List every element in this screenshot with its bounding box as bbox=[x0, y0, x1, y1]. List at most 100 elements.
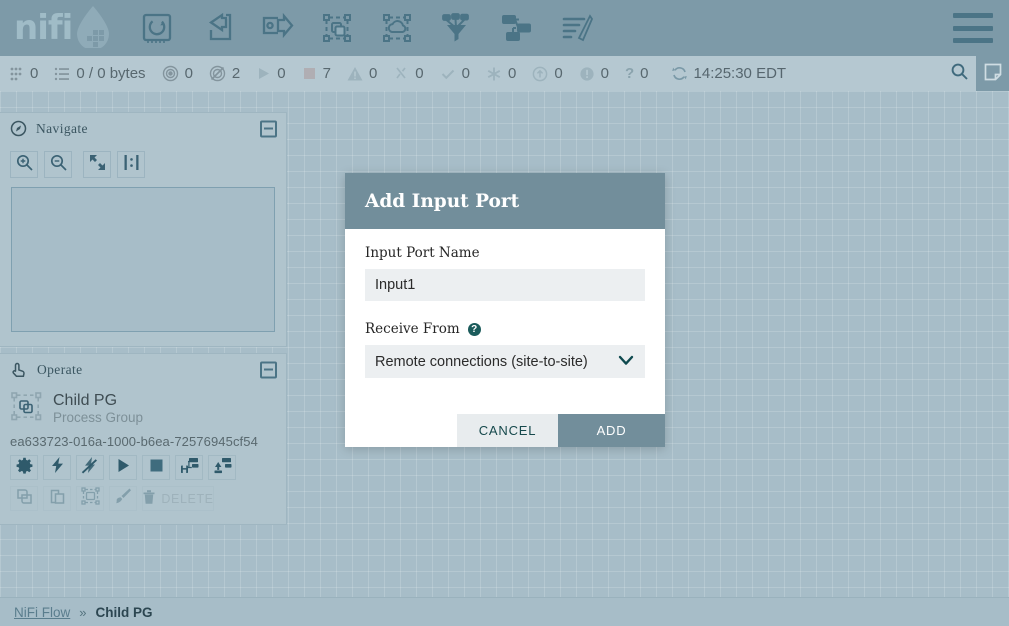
search-icon bbox=[950, 62, 969, 85]
toolbar-label[interactable] bbox=[547, 0, 607, 56]
process-group-icon bbox=[319, 10, 355, 46]
input-port-icon bbox=[199, 10, 235, 46]
configure-button[interactable] bbox=[10, 455, 38, 480]
dialog-footer: CANCEL ADD bbox=[345, 414, 665, 447]
locally-modified-and-stale-icon bbox=[579, 66, 595, 82]
operate-panel-header: Operate bbox=[0, 354, 286, 385]
funnel-icon bbox=[439, 10, 475, 46]
nifi-application: nifi bbox=[0, 0, 1009, 626]
status-disabled: 0 bbox=[393, 65, 423, 82]
navigate-collapse-button[interactable] bbox=[260, 120, 277, 137]
status-last-refreshed: 14:25:30 EDT bbox=[671, 65, 787, 82]
status-value: 7 bbox=[323, 65, 331, 82]
stop-button[interactable] bbox=[142, 455, 170, 480]
note-icon bbox=[983, 62, 1003, 86]
dialog-title: Add Input Port bbox=[365, 191, 519, 212]
help-icon[interactable]: ? bbox=[468, 323, 481, 336]
operate-collapse-button[interactable] bbox=[260, 361, 277, 378]
download-flow-button[interactable] bbox=[175, 455, 203, 480]
water-drop-icon bbox=[73, 4, 113, 53]
not-transmitting-icon bbox=[209, 65, 226, 82]
invalid-icon bbox=[347, 66, 363, 82]
search-button[interactable] bbox=[943, 56, 976, 91]
toolbar-funnel[interactable] bbox=[427, 0, 487, 56]
status-value: 0 bbox=[554, 65, 562, 82]
toolbar-template[interactable] bbox=[487, 0, 547, 56]
zoom-fit-button[interactable] bbox=[83, 151, 111, 178]
dialog-header: Add Input Port bbox=[345, 173, 665, 229]
disable-button[interactable] bbox=[76, 455, 104, 480]
global-menu-button[interactable] bbox=[953, 13, 993, 43]
refresh-icon[interactable] bbox=[671, 65, 688, 82]
last-refreshed-time: 14:25:30 EDT bbox=[694, 65, 787, 82]
color-button[interactable] bbox=[109, 486, 137, 511]
app-header: nifi bbox=[0, 0, 1009, 56]
status-invalid: 0 bbox=[347, 65, 377, 82]
breadcrumb-separator: » bbox=[79, 605, 86, 620]
input-port-name-field[interactable] bbox=[365, 269, 645, 301]
delete-button[interactable]: DELETE bbox=[142, 486, 214, 511]
zoom-actual-icon bbox=[122, 153, 141, 177]
transmitting-icon bbox=[162, 65, 179, 82]
toolbar-processor[interactable] bbox=[127, 0, 187, 56]
breadcrumb-root[interactable]: NiFi Flow bbox=[14, 605, 70, 620]
birdseye-minimap[interactable] bbox=[11, 187, 275, 332]
status-running: 0 bbox=[256, 65, 285, 82]
cancel-button[interactable]: CANCEL bbox=[457, 414, 558, 447]
operate-actions-row-1 bbox=[0, 449, 286, 480]
status-value: 0 bbox=[640, 65, 648, 82]
start-button[interactable] bbox=[109, 455, 137, 480]
dialog-body: Input Port Name Receive From ? Remote co… bbox=[345, 229, 665, 414]
toolbar-remote-process-group[interactable] bbox=[367, 0, 427, 56]
operate-component-id: ea633723-016a-1000-b6ea-72576945cf54 bbox=[0, 428, 286, 449]
status-bar-right-actions bbox=[943, 56, 1009, 91]
status-value: 0 bbox=[369, 65, 377, 82]
operate-component-name: Child PG bbox=[53, 392, 143, 410]
status-sync-failure: ? 0 bbox=[625, 65, 649, 82]
trash-icon bbox=[142, 489, 156, 508]
status-queued: 0 / 0 bytes bbox=[54, 65, 145, 82]
toolbar-output-port[interactable] bbox=[247, 0, 307, 56]
hamburger-line bbox=[953, 38, 993, 43]
add-input-port-dialog: Add Input Port Input Port Name Receive F… bbox=[345, 173, 665, 447]
download-flow-icon bbox=[180, 457, 199, 479]
receive-from-select[interactable]: Remote connections (site-to-site) bbox=[365, 345, 645, 378]
upload-flow-button[interactable] bbox=[208, 455, 236, 480]
status-value: 0 bbox=[508, 65, 516, 82]
copy-button[interactable] bbox=[10, 486, 38, 511]
hamburger-line bbox=[953, 26, 993, 31]
upload-flow-icon bbox=[213, 457, 232, 479]
toolbar-input-port[interactable] bbox=[187, 0, 247, 56]
processor-icon bbox=[139, 10, 175, 46]
status-locally-modified: 0 bbox=[486, 65, 516, 82]
zoom-out-button[interactable] bbox=[44, 151, 72, 178]
compass-icon bbox=[10, 120, 27, 137]
group-icon bbox=[81, 487, 100, 510]
receive-from-value: Remote connections (site-to-site) bbox=[375, 354, 588, 370]
status-transmitting: 0 bbox=[162, 65, 193, 82]
status-bar: 0 0 / 0 bytes 0 bbox=[0, 56, 1009, 91]
zoom-in-button[interactable] bbox=[10, 151, 38, 178]
brush-icon bbox=[114, 487, 132, 510]
play-icon bbox=[115, 457, 132, 479]
add-button[interactable]: ADD bbox=[558, 414, 665, 447]
hand-pointer-icon bbox=[10, 361, 28, 379]
navigate-tools bbox=[0, 144, 286, 182]
navigate-panel-header: Navigate bbox=[0, 113, 286, 144]
minus-icon bbox=[264, 369, 273, 371]
locally-modified-icon bbox=[486, 66, 502, 82]
zoom-actual-size-button[interactable] bbox=[117, 151, 145, 178]
enable-button[interactable] bbox=[43, 455, 71, 480]
group-button[interactable] bbox=[76, 486, 104, 511]
hamburger-line bbox=[953, 13, 993, 18]
breadcrumb: NiFi Flow » Child PG bbox=[0, 597, 1009, 626]
paste-button[interactable] bbox=[43, 486, 71, 511]
toolbar-process-group[interactable] bbox=[307, 0, 367, 56]
zoom-in-icon bbox=[15, 153, 34, 177]
bulletin-button[interactable] bbox=[976, 56, 1009, 91]
status-not-transmitting: 2 bbox=[209, 65, 240, 82]
active-threads-icon bbox=[8, 66, 24, 82]
receive-from-label-text: Receive From bbox=[365, 321, 460, 337]
operate-component-type: Process Group bbox=[53, 410, 143, 427]
running-icon bbox=[256, 66, 271, 81]
